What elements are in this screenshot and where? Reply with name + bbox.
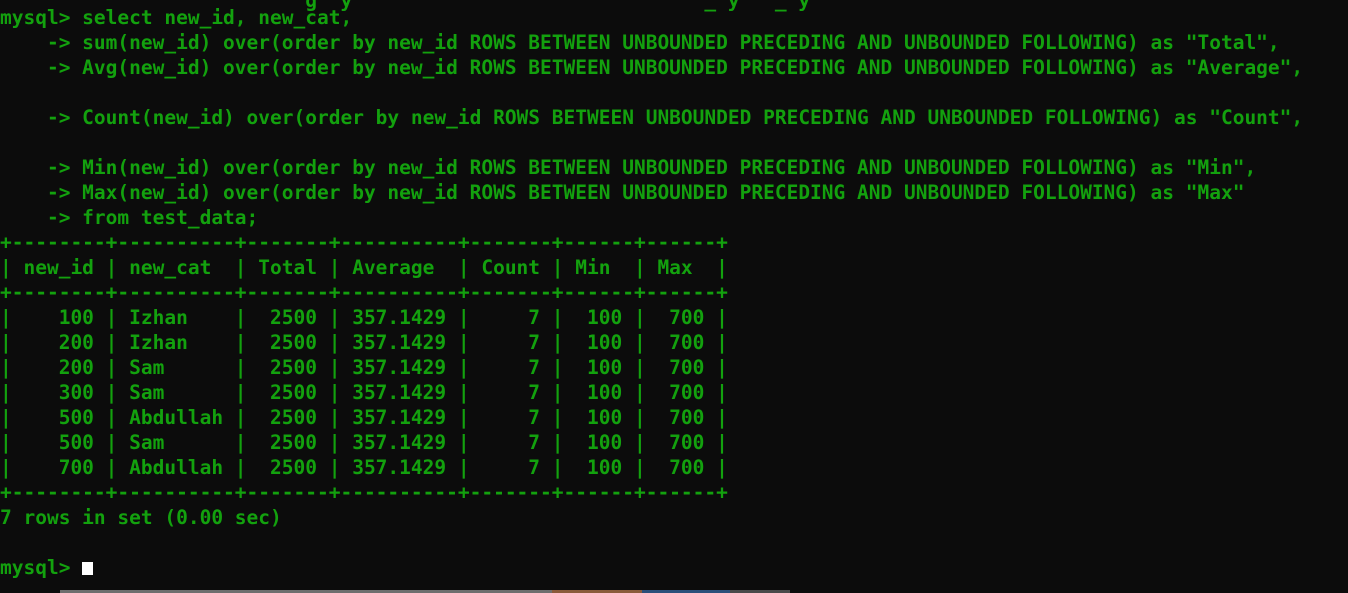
terminal-line-from: -> from test_data; <box>0 206 259 229</box>
table-row: | 200 | Sam | 2500 | 357.1429 | 7 | 100 … <box>0 356 728 379</box>
table-border-header: +--------+----------+-------+----------+… <box>0 281 728 304</box>
result-summary: 7 rows in set (0.00 sec) <box>0 506 282 529</box>
terminal-line-max: -> Max(new_id) over(order by new_id ROWS… <box>0 181 1245 204</box>
table-row: | 700 | Abdullah | 2500 | 357.1429 | 7 |… <box>0 456 728 479</box>
table-border-bottom: +--------+----------+-------+----------+… <box>0 481 728 504</box>
terminal-line-query-start: mysql> select new_id, new_cat, <box>0 6 353 29</box>
terminal-line-avg: -> Avg(new_id) over(order by new_id ROWS… <box>0 56 1304 79</box>
table-row: | 500 | Sam | 2500 | 357.1429 | 7 | 100 … <box>0 431 728 454</box>
table-row: | 100 | Izhan | 2500 | 357.1429 | 7 | 10… <box>0 306 728 329</box>
terminal-line-min: -> Min(new_id) over(order by new_id ROWS… <box>0 156 1257 179</box>
table-row: | 300 | Sam | 2500 | 357.1429 | 7 | 100 … <box>0 381 728 404</box>
text-cursor <box>82 562 94 575</box>
terminal-window[interactable]: g y _ y _ y mysql> select new_id, new_ca… <box>0 0 1348 593</box>
table-border-top: +--------+----------+-------+----------+… <box>0 231 728 254</box>
table-row: | 200 | Izhan | 2500 | 357.1429 | 7 | 10… <box>0 331 728 354</box>
table-header-row: | new_id | new_cat | Total | Average | C… <box>0 256 728 279</box>
table-row: | 500 | Abdullah | 2500 | 357.1429 | 7 |… <box>0 406 728 429</box>
prompt-line[interactable]: mysql> <box>0 555 94 580</box>
mysql-prompt: mysql> <box>0 556 83 579</box>
terminal-line-count: -> Count(new_id) over(order by new_id RO… <box>0 106 1304 129</box>
terminal-line-sum: -> sum(new_id) over(order by new_id ROWS… <box>0 31 1280 54</box>
